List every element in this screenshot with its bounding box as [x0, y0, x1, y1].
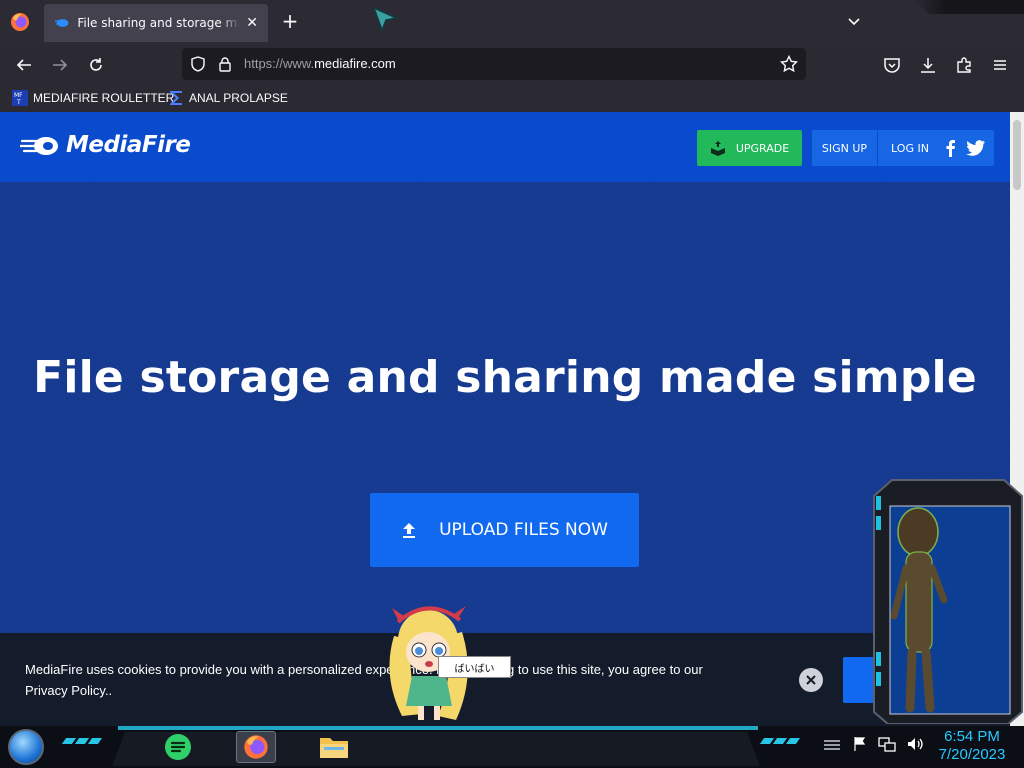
taskbar-dock [112, 732, 760, 766]
cookie-close-button[interactable] [799, 668, 823, 692]
facebook-icon[interactable] [942, 139, 960, 157]
bookmark-label: MEDIAFIRE ROULETTER [33, 91, 175, 105]
network-icon[interactable] [878, 736, 896, 752]
close-icon [806, 675, 816, 685]
taskbar-app-file-explorer[interactable] [314, 731, 354, 763]
upgrade-label: UPGRADE [735, 141, 790, 155]
mft-icon: MFT [12, 90, 28, 106]
new-tab-button[interactable]: + [278, 10, 302, 34]
log-in-button[interactable]: LOG IN [879, 130, 941, 166]
tracking-protection-shield-icon[interactable] [190, 56, 206, 72]
upgrade-box-icon [710, 141, 725, 156]
back-button[interactable] [10, 52, 38, 78]
twitter-icon[interactable] [966, 139, 986, 157]
mediafire-logo[interactable]: MediaFire [20, 132, 191, 158]
logo-text: MediaFire [66, 132, 191, 158]
bookmark-label: ANAL PROLAPSE [189, 91, 288, 105]
svg-text:MF: MF [14, 92, 23, 99]
lock-icon[interactable] [218, 56, 232, 72]
forward-button[interactable] [46, 52, 74, 78]
mediafire-favicon-icon [54, 19, 69, 27]
url-text[interactable]: https://www.mediafire.com [244, 56, 396, 71]
taskbar-decoration-left [61, 738, 103, 744]
system-tray [822, 736, 924, 752]
upload-label: UPLOAD FILES NOW [439, 520, 608, 540]
firefox-icon [11, 13, 29, 31]
reload-icon [90, 58, 102, 71]
taskbar-app-notes[interactable] [158, 731, 198, 763]
firefox-view-button[interactable] [8, 10, 32, 34]
taskbar-app-firefox[interactable] [236, 731, 276, 763]
mediafire-flame-logo-icon [20, 137, 58, 155]
sign-up-button[interactable]: SIGN UP [812, 130, 878, 166]
show-hidden-icons-icon[interactable] [822, 737, 842, 751]
bookmarks-toolbar: MF T MEDIAFIRE ROULETTER ANAL PROLAPSE [0, 86, 1024, 112]
site-header: MediaFire UPGRADE SIGN UP LOG IN [0, 112, 1010, 182]
app-menu-button[interactable] [986, 52, 1014, 78]
extensions-button[interactable] [950, 52, 978, 78]
pocket-icon [884, 58, 900, 73]
download-icon [921, 58, 935, 73]
taskbar-decoration-right [759, 738, 801, 744]
custom-cursor-icon [372, 6, 398, 32]
taskbar: 6:54 PM 7/20/2023 [0, 726, 1024, 768]
window-frame-decoration [914, 0, 1024, 14]
upgrade-button[interactable]: UPGRADE [697, 130, 802, 166]
downloads-button[interactable] [914, 52, 942, 78]
reload-button[interactable] [82, 52, 110, 78]
upload-arrow-icon [403, 523, 416, 538]
desktop-figure-widget[interactable] [872, 476, 1024, 724]
url-domain: mediafire.com [314, 56, 396, 71]
tab-mediafire[interactable]: File sharing and storage made simple ✕ [44, 4, 268, 42]
navigation-toolbar: https://www.mediafire.com [0, 44, 1024, 86]
auth-button-group: SIGN UP LOG IN [812, 130, 994, 166]
arrow-left-icon [16, 59, 31, 71]
puzzle-icon [957, 57, 971, 73]
start-button[interactable] [8, 729, 44, 765]
cookie-banner: MediaFire uses cookies to provide you wi… [0, 633, 1010, 726]
hero-title: File storage and sharing made simple [33, 352, 977, 403]
url-prefix: https://www. [244, 56, 315, 71]
bookmark-mediafire-rouletter[interactable]: MF T MEDIAFIRE ROULETTER [12, 90, 174, 106]
system-clock[interactable]: 6:54 PM 7/20/2023 [930, 728, 1014, 764]
bookmark-star-icon[interactable] [780, 55, 798, 73]
close-tab-icon[interactable]: ✕ [246, 15, 258, 31]
clock-date: 7/20/2023 [938, 746, 1006, 763]
svg-text:T: T [16, 99, 21, 106]
action-center-flag-icon[interactable] [852, 736, 868, 752]
browser-tab-strip: File sharing and storage made simple ✕ + [0, 0, 1024, 44]
green-notes-app-icon [165, 734, 191, 760]
bookmark-second[interactable]: ANAL PROLAPSE [168, 90, 288, 106]
mascot-speech-bubble: ばいばい [438, 656, 511, 678]
volume-icon[interactable] [906, 736, 924, 752]
address-bar[interactable]: https://www.mediafire.com [182, 48, 806, 80]
folder-icon [320, 738, 348, 758]
list-all-tabs-icon[interactable] [844, 12, 864, 32]
mediafire-page: MediaFire UPGRADE SIGN UP LOG IN File st… [0, 112, 1010, 726]
firefox-icon [244, 735, 268, 759]
pocket-button[interactable] [878, 52, 906, 78]
tab-title: File sharing and storage made simple [77, 16, 240, 30]
sigma-icon [170, 91, 182, 105]
taskbar-accent-rail [118, 726, 758, 730]
scrollbar-thumb[interactable] [1013, 120, 1021, 190]
clock-time: 6:54 PM [944, 728, 1000, 745]
upload-files-button[interactable]: UPLOAD FILES NOW [370, 493, 639, 567]
arrow-right-icon [53, 59, 68, 71]
hamburger-menu-icon [994, 60, 1006, 70]
